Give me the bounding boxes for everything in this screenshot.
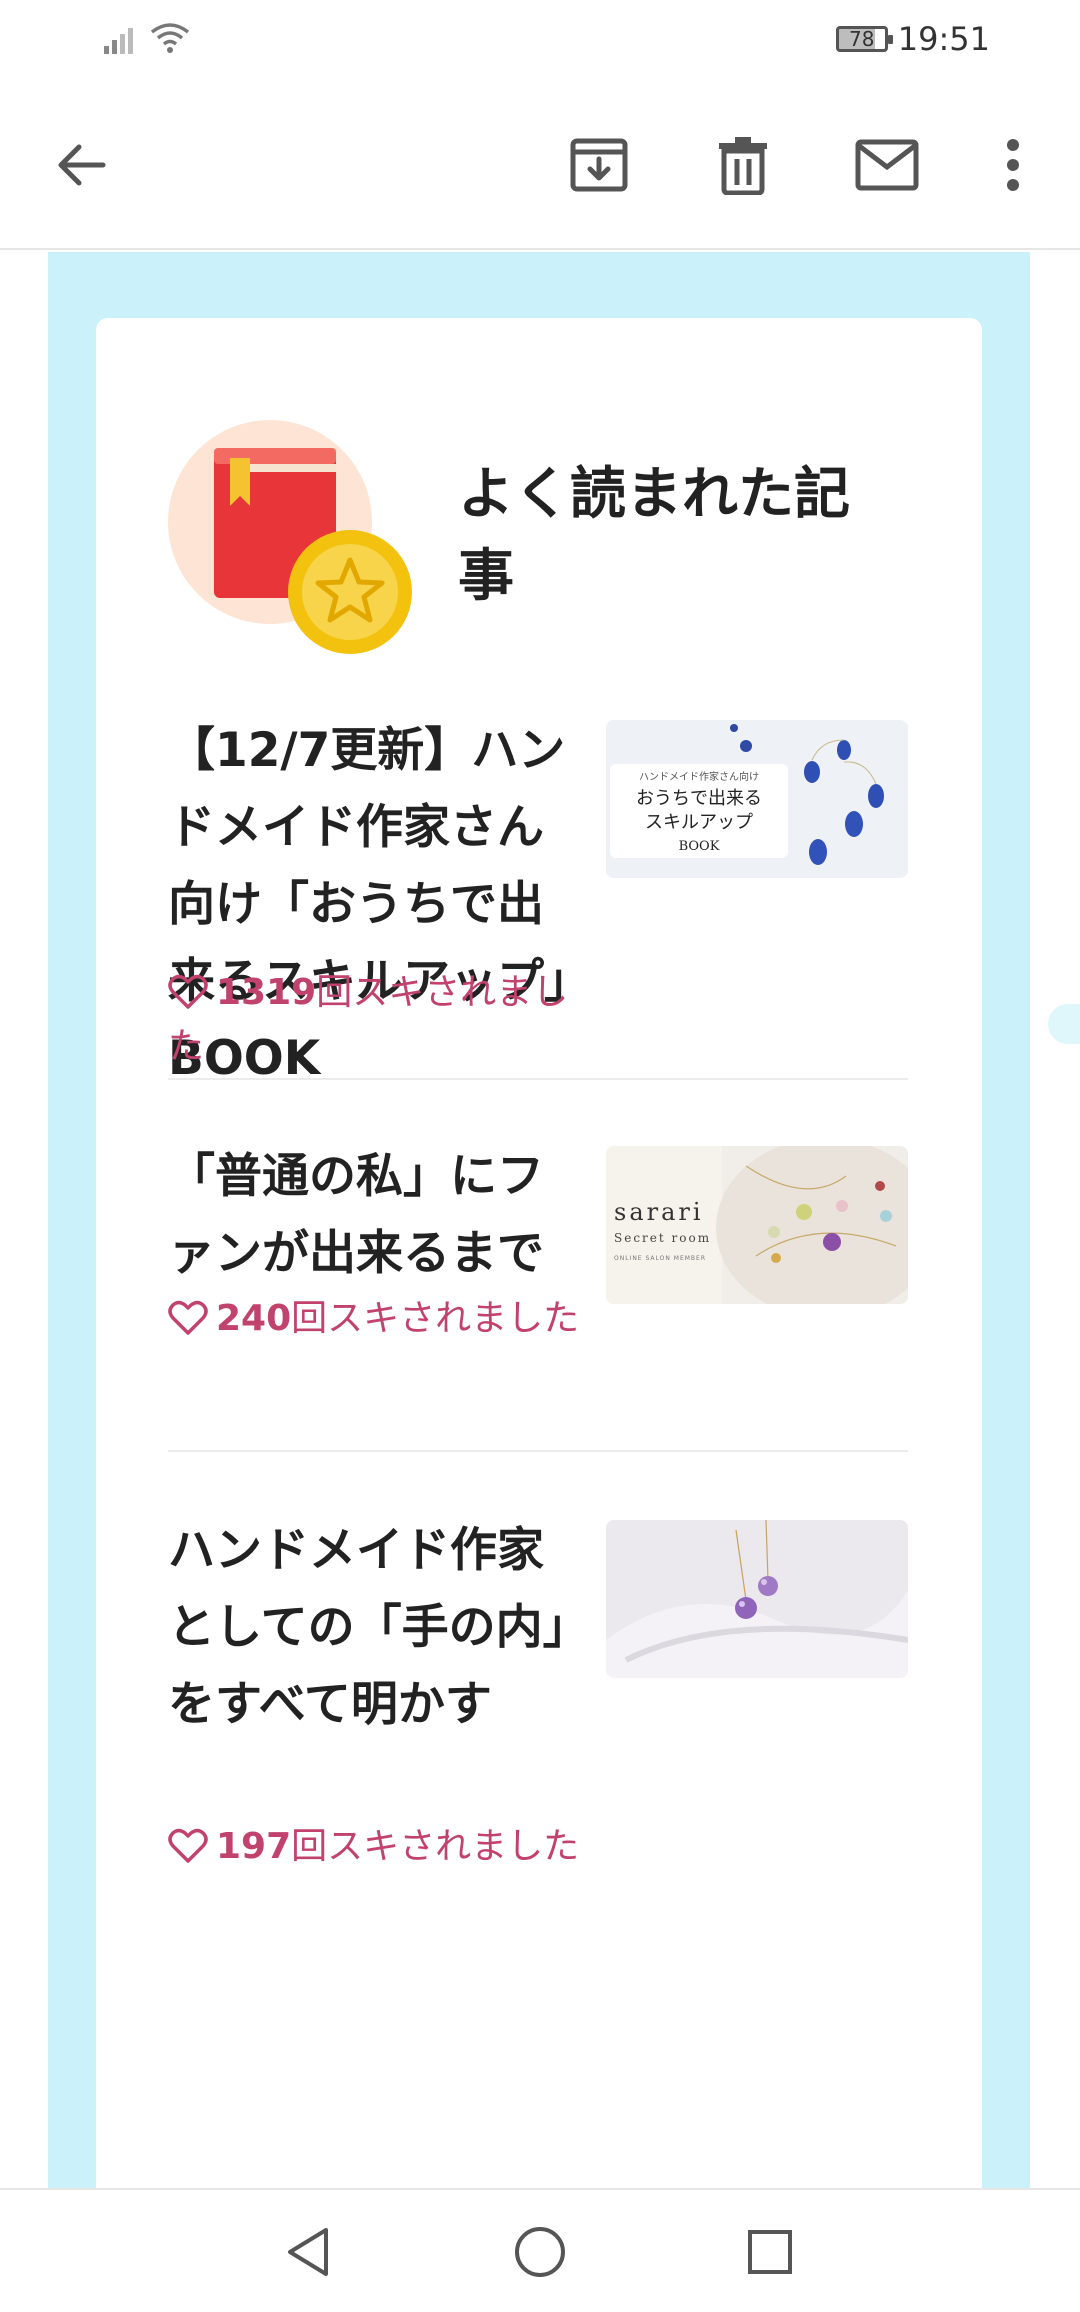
nav-home-button[interactable] [510,2222,570,2282]
heart-icon [168,1300,208,1335]
heart-icon [168,1828,208,1863]
article-title[interactable]: ハンドメイド作家としての「手の内」をすべて明かす [168,1512,588,1743]
status-bar: 78 19:51 [0,0,1080,80]
battery-icon: 78 [835,26,893,52]
arrow-left-icon [58,144,106,186]
wifi-icon [150,23,190,53]
popular-articles-card: よく読まれた記事 【12/7更新】ハンドメイド作家さん向け「おうちで出来るスキル… [96,318,982,2188]
thumb-caption-line1: おうちで出来る [636,788,762,809]
system-nav-bar [0,2188,1080,2312]
book-star-icon [168,420,412,654]
archive-icon [570,138,628,192]
article-item[interactable]: ハンドメイド作家としての「手の内」をすべて明かす 197回スキされました [168,1512,908,1932]
status-right: 78 19:51 [835,20,990,58]
heart-icon [168,974,208,1009]
like-count: 1319 [216,972,317,1013]
email-content[interactable]: よく読まれた記事 【12/7更新】ハンドメイド作家さん向け「おうちで出来るスキル… [0,252,1080,2188]
article-item[interactable]: 「普通の私」にファンが出来るまで 240回スキされました sarari Secr… [168,1138,908,1452]
like-count: 197 [216,1826,292,1867]
card-header: よく読まれた記事 [168,414,928,654]
square-recents-icon [748,2230,792,2274]
envelope-icon [855,139,919,191]
article-item[interactable]: 【12/7更新】ハンドメイド作家さん向け「おうちで出来るスキルアップ」BOOK … [168,712,908,1086]
like-suffix: 回スキされました [291,1298,580,1339]
thumbnail-art: ハンドメイド作家さん向け おうちで出来る スキルアップ BOOK [606,720,908,878]
article-thumbnail[interactable]: sarari Secret room ONLINE SALON MEMBER [606,1146,908,1304]
app-toolbar [0,80,1080,250]
thumb-sub: Secret room [614,1231,711,1245]
like-suffix: 回スキされました [291,1826,580,1867]
signal-icon [104,28,133,54]
thumb-tag: ONLINE SALON MEMBER [614,1255,706,1262]
mail-button[interactable] [852,130,922,200]
nav-recents-button[interactable] [740,2222,800,2282]
article-thumbnail[interactable]: ハンドメイド作家さん向け おうちで出来る スキルアップ BOOK [606,720,908,878]
status-left [104,22,190,54]
more-vertical-icon [1007,139,1019,191]
like-count: 240 [216,1298,292,1339]
article-title[interactable]: 「普通の私」にファンが出来るまで [168,1138,588,1292]
status-time: 19:51 [897,20,990,58]
archive-button[interactable] [564,130,634,200]
card-title: よく読まれた記事 [458,462,850,609]
circle-home-icon [515,2227,565,2277]
more-options-button[interactable] [978,130,1048,200]
thumb-caption-line2: スキルアップ [645,812,753,833]
article-likes: 197回スキされました [168,1820,588,1874]
delete-button[interactable] [708,130,778,200]
article-thumbnail[interactable] [606,1520,908,1678]
article-likes: 240回スキされました [168,1292,588,1346]
thumb-caption-small: ハンドメイド作家さん向け [639,770,759,783]
scroll-handle[interactable] [1048,1004,1080,1044]
thumb-caption-line3: BOOK [679,839,720,854]
back-button[interactable] [46,130,116,200]
thumb-brand: sarari [614,1198,704,1226]
thumbnail-art: sarari Secret room ONLINE SALON MEMBER [606,1146,908,1304]
trash-icon [719,137,767,195]
nav-back-button[interactable] [278,2222,338,2282]
thumbnail-art [606,1520,908,1678]
triangle-back-icon [288,2228,328,2276]
article-likes: 1319回スキされました [168,966,588,1074]
